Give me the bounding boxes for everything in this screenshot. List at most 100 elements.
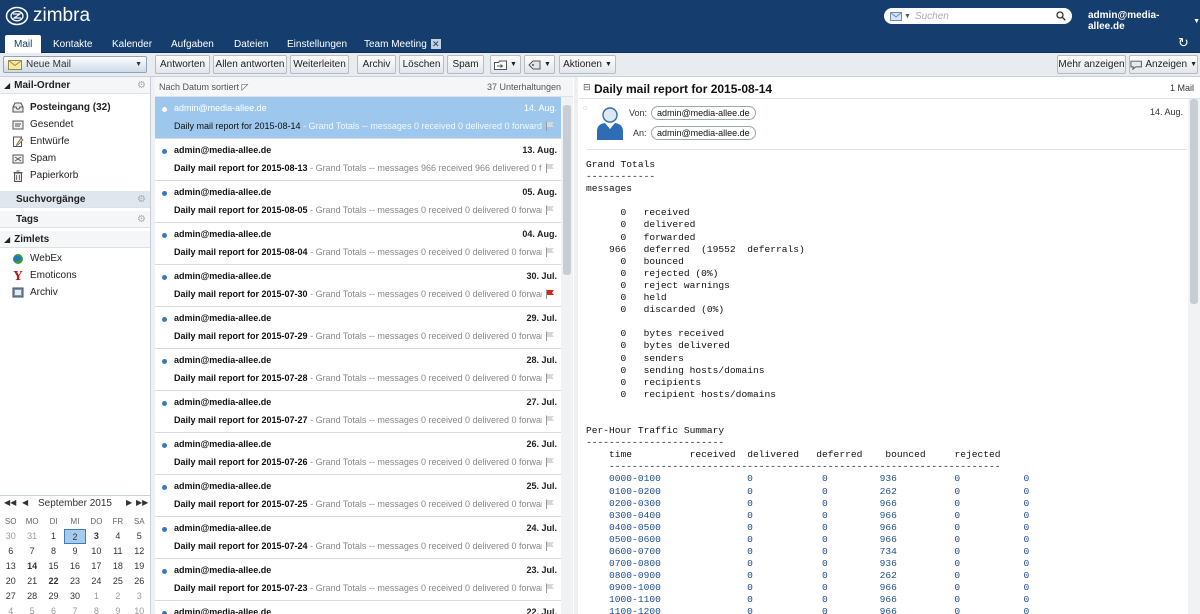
message-row[interactable]: admin@media-allee.de 14. Aug. Daily mail r… — [155, 97, 561, 139]
flag-icon[interactable] — [545, 457, 555, 467]
spam-button[interactable]: Spam — [447, 55, 484, 74]
calendar-day[interactable]: 29 — [43, 589, 64, 604]
reply-all-button[interactable]: Allen antworten — [213, 55, 287, 74]
calendar-day[interactable]: 1 — [86, 589, 107, 604]
scroll-thumb[interactable] — [563, 105, 571, 275]
gear-icon[interactable]: ⚙ — [137, 80, 146, 91]
show-more-button[interactable]: Mehr anzeigen — [1057, 55, 1126, 74]
search-input[interactable]: Suchen — [915, 11, 1052, 22]
message-row[interactable]: admin@media-allee.de 27. Jul. Daily mail r… — [155, 391, 561, 433]
flag-icon[interactable] — [545, 331, 555, 341]
unread-dot-icon[interactable] — [162, 233, 167, 238]
calendar-day[interactable]: 27 — [0, 589, 21, 604]
calendar-day[interactable]: 18 — [107, 559, 128, 574]
calendar-day[interactable]: 19 — [129, 559, 150, 574]
tab-contacts[interactable]: Kontakte — [44, 35, 101, 53]
delete-button[interactable]: Löschen — [399, 55, 444, 74]
calendar-day[interactable]: 22 — [43, 574, 64, 589]
reading-scrollbar[interactable] — [1188, 99, 1200, 614]
zimlet-archive[interactable]: Archiv — [0, 284, 150, 301]
move-button[interactable]: ▼ — [490, 55, 521, 74]
search-scope-icon[interactable]: ▼ — [890, 11, 911, 21]
unread-dot-icon[interactable] — [162, 527, 167, 532]
calendar-day[interactable]: 20 — [0, 574, 21, 589]
message-row[interactable]: admin@media-allee.de 23. Jul. Daily mail r… — [155, 559, 561, 601]
calendar-day[interactable]: 11 — [107, 544, 128, 559]
tab-team-meeting[interactable]: Team Meeting ✕ — [355, 35, 450, 53]
unread-dot-icon[interactable] — [162, 485, 167, 490]
tab-settings[interactable]: Einstellungen — [278, 35, 356, 53]
next-year-icon[interactable]: ▶▶ — [136, 498, 148, 507]
flag-icon[interactable] — [545, 205, 555, 215]
calendar-day[interactable]: 23 — [64, 574, 85, 589]
flag-icon[interactable] — [545, 289, 555, 299]
message-row[interactable]: admin@media-allee.de 29. Jul. Daily mail r… — [155, 307, 561, 349]
calendar-day[interactable]: 12 — [129, 544, 150, 559]
message-row[interactable]: admin@media-allee.de 04. Aug. Daily mail r… — [155, 223, 561, 265]
tag-button[interactable]: ▼ — [524, 55, 555, 74]
folder-trash[interactable]: Papierkorb — [0, 167, 150, 184]
next-month-icon[interactable]: ▶ — [126, 498, 132, 507]
gear-icon[interactable]: ⚙ — [137, 194, 146, 205]
chevron-down-icon[interactable]: ▼ — [135, 61, 142, 68]
calendar-day[interactable]: 1 — [43, 529, 64, 544]
calendar-day[interactable]: 25 — [107, 574, 128, 589]
unread-dot-icon[interactable] — [162, 191, 167, 196]
calendar-day[interactable]: 3 — [129, 589, 150, 604]
flag-icon[interactable] — [545, 121, 555, 131]
calendar-day[interactable]: 4 — [107, 529, 128, 544]
message-row[interactable]: admin@media-allee.de 28. Jul. Daily mail r… — [155, 349, 561, 391]
calendar-day[interactable]: 10 — [86, 544, 107, 559]
unread-dot-icon[interactable] — [162, 107, 167, 112]
gear-icon[interactable]: ⚙ — [137, 214, 146, 225]
flag-icon[interactable] — [545, 415, 555, 425]
folder-inbox[interactable]: Posteingang (32) — [0, 99, 150, 116]
calendar-day[interactable]: 8 — [43, 544, 64, 559]
mail-folders-header[interactable]: ◢ Mail-Ordner ⚙ — [0, 77, 150, 94]
user-menu[interactable]: admin@media-allee.de ▼ — [1088, 10, 1200, 32]
calendar-day[interactable]: 2 — [64, 529, 86, 544]
search-box[interactable]: ▼ Suchen — [884, 8, 1072, 24]
message-row[interactable]: admin@media-allee.de 25. Jul. Daily mail r… — [155, 475, 561, 517]
tab-calendar[interactable]: Kalender — [103, 35, 161, 53]
collapse-icon[interactable]: ◢ — [4, 235, 10, 244]
zimbra-logo[interactable]: zimbra — [5, 4, 90, 28]
calendar-day[interactable]: 9 — [107, 604, 128, 614]
calendar-day[interactable]: 2 — [107, 589, 128, 604]
calendar-day[interactable]: 3 — [86, 529, 107, 544]
message-row[interactable]: admin@media-allee.de 30. Jul. Daily mail r… — [155, 265, 561, 307]
unread-dot-icon[interactable] — [162, 569, 167, 574]
message-row[interactable]: admin@media-allee.de 24. Jul. Daily mail r… — [155, 517, 561, 559]
calendar-day[interactable]: 15 — [43, 559, 64, 574]
searches-header[interactable]: Suchvorgänge ⚙ — [0, 191, 150, 208]
folder-sent[interactable]: Gesendet — [0, 116, 150, 133]
calendar-day[interactable]: 14 — [21, 559, 42, 574]
tab-tasks[interactable]: Aufgaben — [162, 35, 223, 53]
archive-button[interactable]: Archiv — [357, 55, 396, 74]
calendar-day[interactable]: 31 — [21, 529, 42, 544]
unread-dot-icon[interactable] — [162, 443, 167, 448]
calendar-day[interactable]: 30 — [64, 589, 85, 604]
unread-dot-icon[interactable] — [162, 149, 167, 154]
flag-icon[interactable] — [545, 541, 555, 551]
calendar-day[interactable]: 10 — [129, 604, 150, 614]
collapse-icon[interactable]: ⊟ — [583, 82, 591, 93]
collapse-icon[interactable]: ◢ — [4, 81, 10, 90]
read-indicator-icon[interactable]: ○ — [583, 105, 587, 112]
calendar-day[interactable]: 9 — [64, 544, 85, 559]
calendar-day[interactable]: 26 — [129, 574, 150, 589]
calendar-day[interactable]: 13 — [0, 559, 21, 574]
calendar-day[interactable]: 8 — [86, 604, 107, 614]
scroll-thumb[interactable] — [1190, 99, 1198, 304]
zimlet-emoticons[interactable]: Y Emoticons — [0, 267, 150, 284]
close-icon[interactable]: ✕ — [430, 39, 441, 49]
calendar-day[interactable]: 21 — [21, 574, 42, 589]
tab-files[interactable]: Dateien — [225, 35, 277, 53]
search-icon[interactable] — [1056, 11, 1066, 21]
unread-dot-icon[interactable] — [162, 359, 167, 364]
flag-icon[interactable] — [545, 373, 555, 383]
list-scrollbar[interactable] — [561, 97, 573, 614]
calendar-day[interactable]: 7 — [21, 544, 42, 559]
flag-icon[interactable] — [545, 163, 555, 173]
calendar-day[interactable]: 5 — [129, 529, 150, 544]
